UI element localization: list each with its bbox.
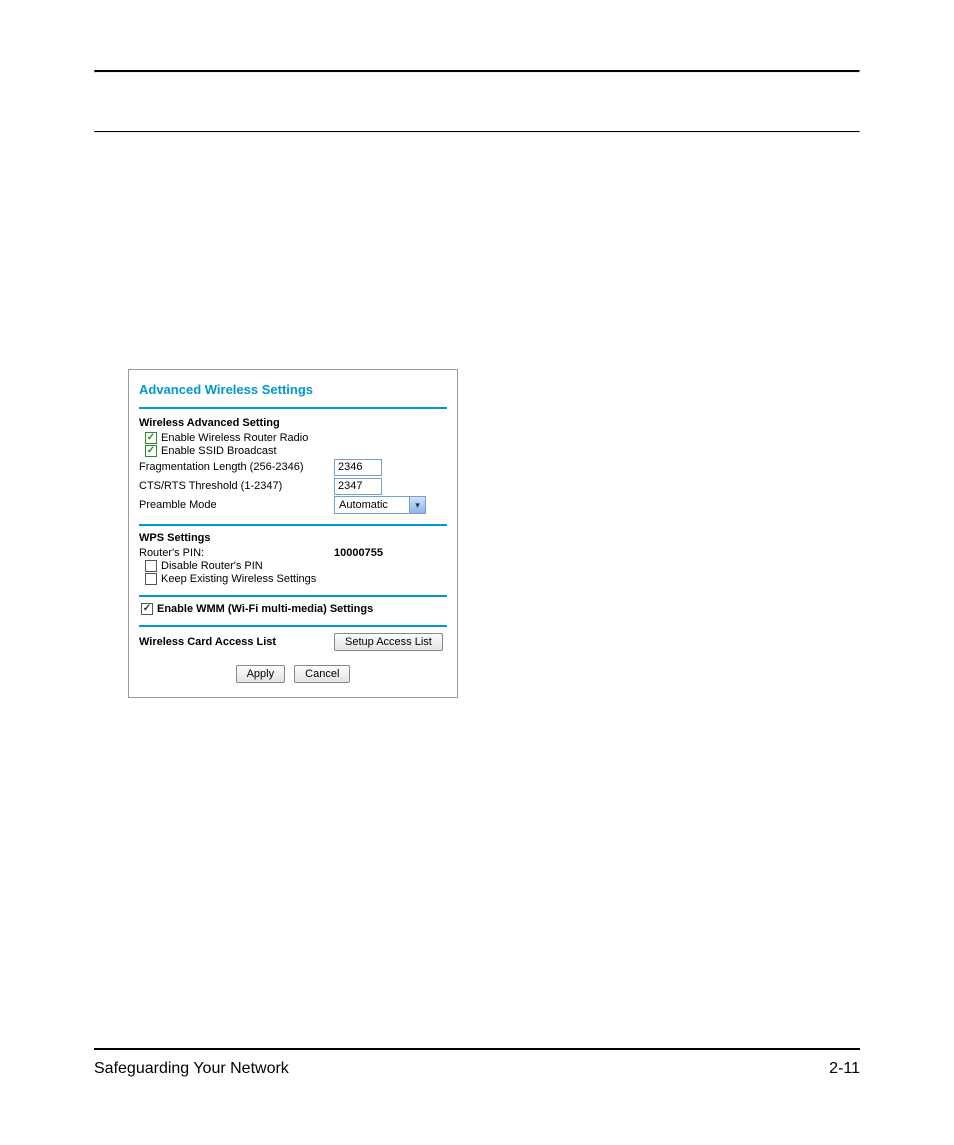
- keep-existing-row[interactable]: Keep Existing Wireless Settings: [145, 573, 447, 585]
- cts-label: CTS/RTS Threshold (1-2347): [139, 480, 334, 492]
- page-body: [0, 0, 954, 133]
- preamble-select-value: Automatic: [335, 499, 409, 511]
- footer-page-number: 2-11: [829, 1060, 860, 1078]
- enable-radio-row[interactable]: Enable Wireless Router Radio: [145, 432, 447, 444]
- fragmentation-label: Fragmentation Length (256-2346): [139, 461, 334, 473]
- enable-ssid-checkbox[interactable]: [145, 445, 157, 457]
- preamble-select[interactable]: Automatic ▾: [334, 496, 426, 514]
- chevron-down-icon[interactable]: ▾: [409, 497, 425, 513]
- router-pin-row: Router's PIN: 10000755: [139, 547, 447, 559]
- page-footer: Safeguarding Your Network 2-11: [94, 1048, 860, 1078]
- disable-pin-label: Disable Router's PIN: [161, 560, 263, 572]
- cts-row: CTS/RTS Threshold (1-2347): [139, 477, 447, 495]
- cancel-button[interactable]: Cancel: [294, 665, 350, 683]
- header-rule-top: [94, 70, 860, 73]
- wmm-label: Enable WMM (Wi-Fi multi-media) Settings: [157, 603, 373, 615]
- fragmentation-row: Fragmentation Length (256-2346): [139, 458, 447, 476]
- divider-1: [139, 524, 447, 526]
- divider-3: [139, 625, 447, 627]
- apply-button[interactable]: Apply: [236, 665, 286, 683]
- divider-2: [139, 595, 447, 597]
- fragmentation-input[interactable]: [334, 459, 382, 476]
- header-rule-bottom: [94, 131, 860, 133]
- access-list-label: Wireless Card Access List: [139, 636, 276, 648]
- action-buttons: Apply Cancel: [139, 665, 447, 683]
- wmm-row[interactable]: Enable WMM (Wi-Fi multi-media) Settings: [141, 603, 447, 615]
- router-pin-label: Router's PIN:: [139, 547, 334, 559]
- cts-input[interactable]: [334, 478, 382, 495]
- enable-radio-label: Enable Wireless Router Radio: [161, 432, 308, 444]
- enable-ssid-row[interactable]: Enable SSID Broadcast: [145, 445, 447, 457]
- disable-pin-row[interactable]: Disable Router's PIN: [145, 560, 447, 572]
- enable-ssid-label: Enable SSID Broadcast: [161, 445, 277, 457]
- footer-left: Safeguarding Your Network: [94, 1060, 289, 1078]
- panel-title: Advanced Wireless Settings: [139, 380, 447, 409]
- access-list-row: Wireless Card Access List Setup Access L…: [139, 633, 447, 651]
- disable-pin-checkbox[interactable]: [145, 560, 157, 572]
- enable-radio-checkbox[interactable]: [145, 432, 157, 444]
- wmm-checkbox[interactable]: [141, 603, 153, 615]
- setup-access-list-button[interactable]: Setup Access List: [334, 633, 443, 651]
- wps-heading: WPS Settings: [139, 532, 447, 544]
- advanced-wireless-panel: Advanced Wireless Settings Wireless Adva…: [128, 369, 458, 698]
- keep-existing-label: Keep Existing Wireless Settings: [161, 573, 316, 585]
- wireless-advanced-heading: Wireless Advanced Setting: [139, 417, 447, 429]
- router-pin-value: 10000755: [334, 547, 383, 559]
- preamble-row: Preamble Mode Automatic ▾: [139, 496, 447, 514]
- preamble-label: Preamble Mode: [139, 499, 334, 511]
- keep-existing-checkbox[interactable]: [145, 573, 157, 585]
